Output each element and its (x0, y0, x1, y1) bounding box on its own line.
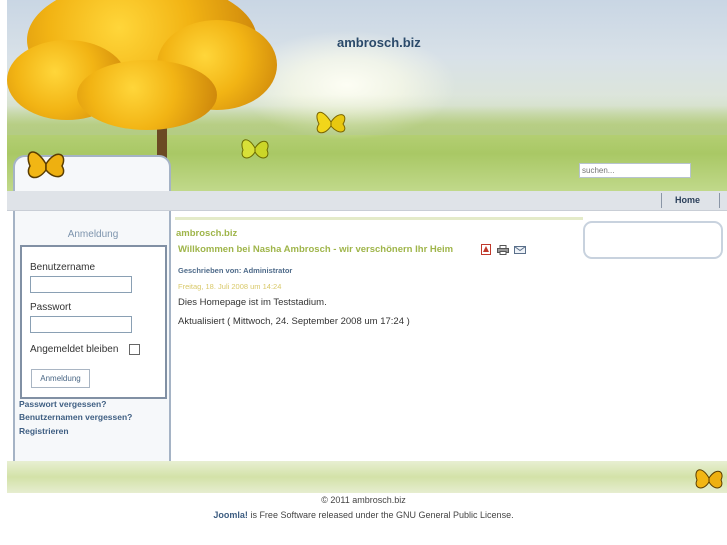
username-label: Benutzername (30, 262, 96, 273)
nav-separator (719, 193, 720, 208)
remember-me-checkbox[interactable] (129, 344, 140, 355)
search-input[interactable] (579, 163, 691, 178)
article-updated: Aktualisiert ( Mittwoch, 24. September 2… (178, 316, 410, 327)
footer-copyright: © 2011 ambrosch.biz (321, 495, 406, 505)
butterfly-icon (316, 111, 346, 134)
login-module-title: Anmeldung (67, 229, 119, 240)
site-title: ambrosch.biz (337, 35, 421, 50)
article-body: Dies Homepage ist im Teststadium. (178, 297, 327, 308)
butterfly-icon (27, 151, 65, 179)
tree-crown (77, 60, 217, 130)
article-date: Freitag, 18. Juli 2008 um 14:24 (178, 282, 282, 291)
print-icon[interactable] (497, 245, 509, 255)
footer-band (7, 461, 727, 493)
login-submit-button[interactable]: Anmeldung (31, 369, 90, 388)
username-field[interactable] (30, 276, 132, 293)
footer-license: Joomla! is Free Software released under … (0, 510, 727, 520)
license-text: is Free Software released under the GNU … (247, 510, 514, 520)
butterfly-icon (695, 469, 723, 489)
password-field[interactable] (30, 316, 132, 333)
remember-me-label: Angemeldet bleiben (30, 344, 119, 355)
right-sidebar-box (583, 221, 723, 259)
nav-separator (661, 193, 662, 208)
pdf-icon[interactable] (481, 244, 491, 255)
article-title: Willkommen bei Nasha Ambrosch - wir vers… (178, 244, 454, 255)
password-label: Passwort (30, 302, 72, 313)
nav-item-home[interactable]: Home (675, 193, 700, 208)
content-divider (175, 217, 583, 220)
joomla-link[interactable]: Joomla! (213, 510, 248, 520)
main-navbar: Home (7, 191, 727, 211)
article-author: Geschrieben von: Administrator (178, 266, 293, 275)
forgot-password-link[interactable]: Passwort vergessen? (19, 399, 106, 409)
register-link[interactable]: Registrieren (19, 426, 69, 436)
butterfly-icon (241, 139, 269, 159)
forgot-username-link[interactable]: Benutzernamen vergessen? (19, 412, 132, 422)
email-icon[interactable] (514, 246, 526, 254)
section-title: ambrosch.biz (176, 228, 238, 239)
